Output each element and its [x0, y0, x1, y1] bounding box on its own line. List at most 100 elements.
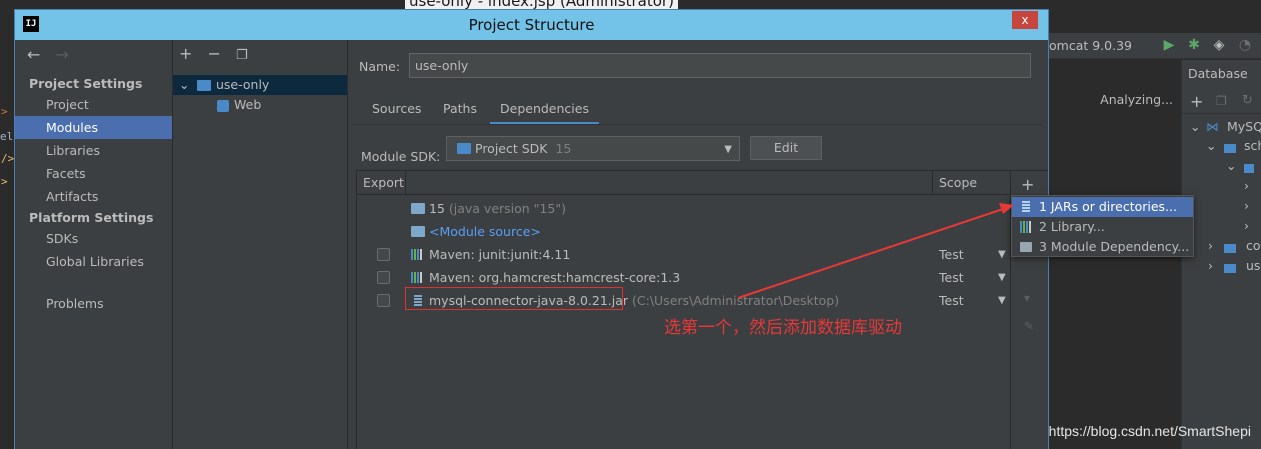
chevron-down-icon[interactable]: ▼ — [998, 266, 1006, 289]
copy-icon[interactable]: ❐ — [1216, 94, 1227, 108]
nav-item-sdks[interactable]: SDKs — [15, 227, 172, 250]
sdk-version: 15 — [555, 141, 572, 156]
column-header-name[interactable] — [406, 171, 933, 195]
add-icon[interactable]: + — [179, 44, 192, 63]
add-dependency-menu: 1 JARs or directories... 2 Library... 3 … — [1011, 195, 1194, 257]
menu-item-label: 1 JARs or directories... — [1039, 199, 1177, 214]
db-tree-row[interactable]: ⌄ — [1182, 158, 1261, 178]
debug-icon[interactable]: ✱ — [1186, 37, 1202, 53]
ide-toolbar: omcat 9.0.39 ▶ ✱ ◈ ◔ — [1047, 33, 1261, 59]
analyzing-status: Analyzing... — [1100, 92, 1173, 107]
module-folder-icon — [197, 80, 211, 91]
sdk-value: Project SDK — [475, 141, 548, 156]
table-row[interactable]: 15 (java version "15") — [357, 197, 1010, 220]
close-button[interactable]: x — [1012, 11, 1038, 29]
edit-icon[interactable]: ✎ — [1024, 319, 1034, 333]
chevron-down-icon[interactable]: ▼ — [998, 289, 1006, 312]
chevron-down-icon: ▼ — [724, 144, 732, 155]
edit-sdk-button[interactable]: Edit — [750, 136, 822, 160]
dependencies-table: Export Scope 15 (java version "15") <Mod… — [356, 170, 1011, 449]
tab-sources[interactable]: Sources — [372, 99, 421, 125]
add-icon[interactable]: + — [1190, 92, 1203, 111]
table-header: Export Scope — [357, 171, 1010, 195]
coverage-icon[interactable]: ◈ — [1211, 37, 1227, 53]
refresh-icon[interactable]: ↻ — [1242, 93, 1253, 108]
nav-item-project[interactable]: Project — [15, 93, 172, 116]
module-sdk-label: Module SDK: — [361, 149, 441, 164]
menu-item-label: 3 Module Dependency... — [1039, 239, 1190, 254]
module-name-field[interactable]: use-only — [409, 53, 1031, 78]
down-icon[interactable]: ▾ — [1024, 291, 1030, 305]
tree-toolbar: + − ❐ — [179, 44, 248, 63]
library-icon — [1020, 221, 1031, 233]
chevron-down-icon[interactable]: ▼ — [998, 243, 1006, 266]
jar-icon — [1022, 201, 1030, 213]
tab-dependencies[interactable]: Dependencies — [490, 99, 599, 125]
highlight-box — [405, 287, 623, 310]
nav-item-global-libraries[interactable]: Global Libraries — [15, 250, 172, 273]
remove-icon[interactable]: − — [208, 44, 221, 63]
module-tree: + − ❐ ⌄ use-only Web — [173, 40, 348, 449]
table-row[interactable]: Maven: org.hamcrest:hamcrest-core:1.3 Te… — [357, 266, 1010, 289]
db-tree-row[interactable]: ⌄sch — [1182, 138, 1261, 158]
dependency-detail: (C:\Users\Administrator\Desktop) — [632, 293, 840, 308]
jdk-folder-icon — [411, 203, 425, 214]
name-label: Name: — [359, 59, 401, 74]
nav-arrows: ← → — [27, 45, 69, 64]
project-settings-header: Project Settings — [29, 76, 143, 91]
nav-item-modules[interactable]: Modules — [15, 116, 172, 139]
scope-value[interactable]: Test — [939, 289, 964, 312]
scope-value[interactable]: Test — [939, 243, 964, 266]
dependency-name: <Module source> — [429, 224, 541, 239]
module-name: use-only — [216, 77, 270, 92]
tabs-divider — [352, 124, 1042, 125]
run-configuration[interactable]: omcat 9.0.39 — [1049, 38, 1132, 53]
module-sdk-select[interactable]: Project SDK 15 ▼ — [446, 136, 740, 161]
dialog-titlebar[interactable]: IJ Project Structure x — [15, 10, 1048, 40]
table-row[interactable]: Maven: junit:junit:4.11 Test ▼ — [357, 243, 1010, 266]
project-structure-dialog: IJ Project Structure x ← → Project Setti… — [14, 9, 1049, 449]
export-checkbox[interactable] — [377, 248, 390, 261]
menu-item-library[interactable]: 2 Library... — [1012, 217, 1193, 237]
settings-nav: ← → Project Settings Project Modules Lib… — [15, 40, 173, 449]
scope-value[interactable]: Test — [939, 266, 964, 289]
db-tree-row[interactable]: › us — [1182, 258, 1261, 278]
tab-paths[interactable]: Paths — [443, 99, 477, 125]
menu-item-module-dependency[interactable]: 3 Module Dependency... — [1012, 237, 1193, 257]
nav-item-libraries[interactable]: Libraries — [15, 139, 172, 162]
export-checkbox[interactable] — [377, 294, 390, 307]
dependency-name: Maven: org.hamcrest:hamcrest-core:1.3 — [429, 270, 681, 285]
tree-item-module[interactable]: ⌄ use-only — [173, 75, 347, 95]
sdk-folder-icon — [457, 143, 471, 154]
nav-item-facets[interactable]: Facets — [15, 162, 172, 185]
copy-icon[interactable]: ❐ — [236, 48, 248, 63]
menu-item-jars-or-directories[interactable]: 1 JARs or directories... — [1012, 197, 1193, 217]
menu-item-label: 2 Library... — [1039, 219, 1105, 234]
database-toolbar: + ❐ ↻ — [1182, 90, 1261, 114]
table-row[interactable]: <Module source> — [357, 220, 1010, 243]
column-header-export[interactable]: Export — [357, 171, 406, 195]
source-folder-icon — [411, 226, 425, 237]
forward-arrow-icon[interactable]: → — [56, 45, 69, 64]
tree-item-web-facet[interactable]: Web — [173, 95, 347, 115]
watermark: https://blog.csdn.net/SmartShepi — [1048, 423, 1251, 439]
dependency-name: 15 — [429, 201, 445, 216]
dependency-detail: (java version "15") — [448, 201, 566, 216]
web-facet-icon — [217, 100, 229, 112]
platform-settings-header: Platform Settings — [29, 210, 154, 225]
profile-icon[interactable]: ◔ — [1237, 37, 1253, 53]
back-arrow-icon[interactable]: ← — [27, 45, 40, 64]
dialog-title: Project Structure — [468, 16, 595, 34]
nav-item-problems[interactable]: Problems — [15, 292, 172, 315]
chevron-down-icon[interactable]: ⌄ — [179, 75, 189, 95]
export-checkbox[interactable] — [377, 271, 390, 284]
facet-name: Web — [234, 97, 262, 112]
db-tree-row[interactable]: ⌄ ⋈ MySQ — [1182, 119, 1261, 139]
run-icon[interactable]: ▶ — [1161, 37, 1177, 53]
library-icon — [411, 249, 425, 260]
nav-item-artifacts[interactable]: Artifacts — [15, 185, 172, 208]
add-dependency-button[interactable]: + — [1021, 175, 1034, 194]
database-panel-title: Database — [1188, 66, 1248, 81]
column-header-scope[interactable]: Scope — [933, 171, 1010, 195]
editor-gutter: > el /> > — [0, 105, 15, 188]
